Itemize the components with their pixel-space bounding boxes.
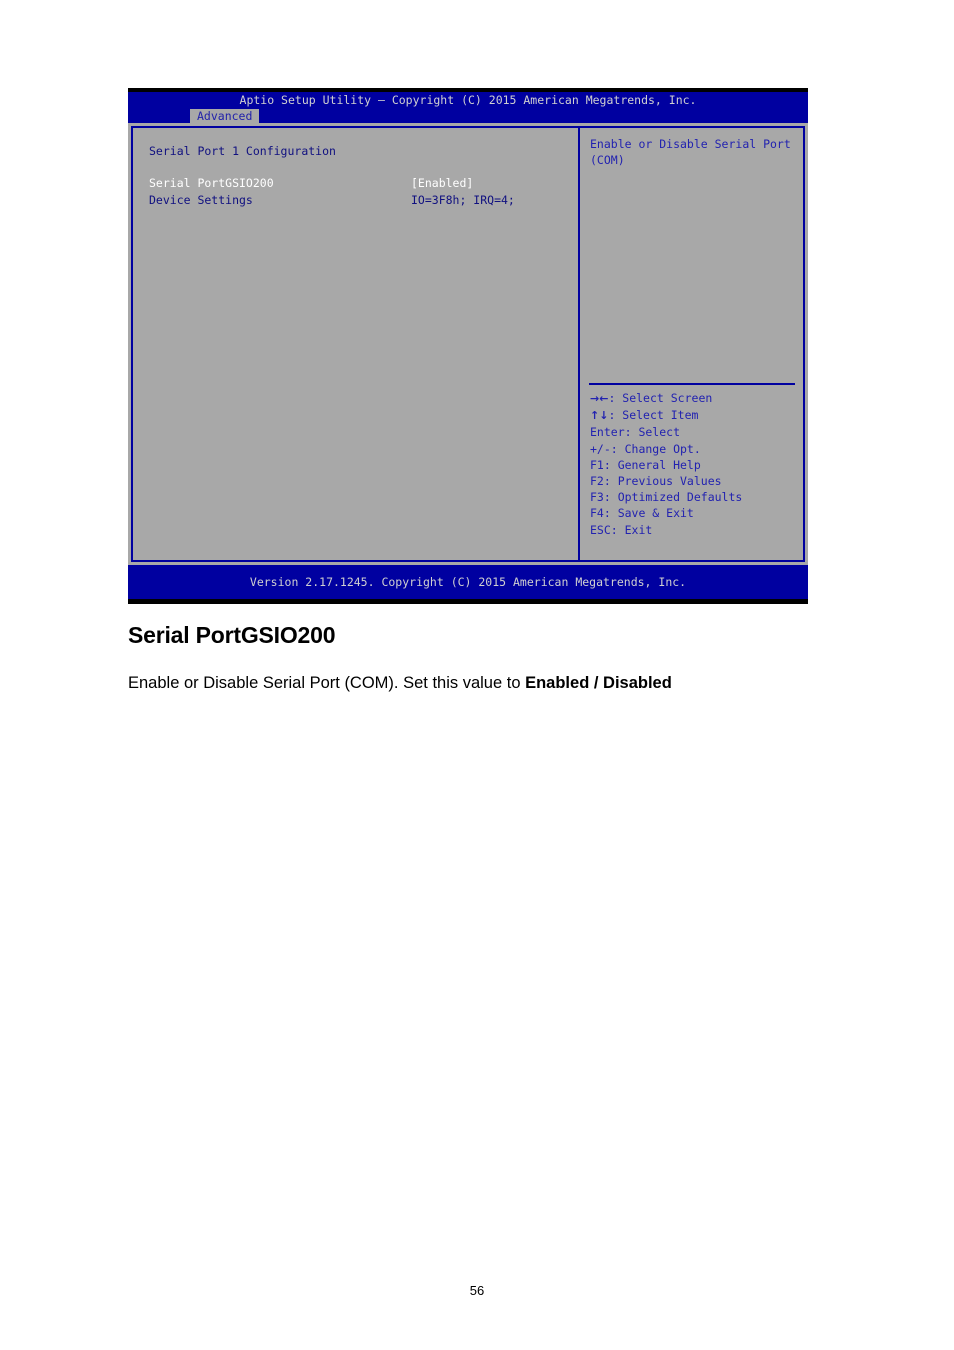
key-legend-item-select-screen: →←: Select Screen <box>590 390 798 407</box>
key-legend-item-select-item: ↑↓: Select Item <box>590 407 798 424</box>
page-number: 56 <box>469 1283 485 1298</box>
setting-row-device-settings: Device Settings IO=3F8h; IRQ=4; <box>149 192 569 208</box>
key-legend-item-f1: F1: General Help <box>590 457 798 473</box>
key-legend-item-f4: F4: Save & Exit <box>590 505 798 521</box>
description-text: Enable or Disable Serial Port (COM). Set… <box>128 674 526 692</box>
select-screen-arrows-icon: →← <box>590 392 609 405</box>
setting-value: IO=3F8h; IRQ=4; <box>411 193 515 207</box>
bios-tab-strip: Advanced <box>128 109 808 123</box>
tab-advanced[interactable]: Advanced <box>190 109 260 123</box>
description-emphasis: Enabled / Disabled <box>525 674 672 692</box>
bios-setup-screenshot: Aptio Setup Utility – Copyright (C) 2015… <box>128 88 808 604</box>
page-title: Serial PortGSIO200 <box>128 622 336 648</box>
bios-pane-divider <box>578 126 580 562</box>
description-paragraph: Enable or Disable Serial Port (COM). Set… <box>128 672 868 694</box>
help-key-separator <box>589 383 795 385</box>
section-title: Serial Port 1 Configuration <box>149 144 336 158</box>
setting-label: Serial PortGSIO200 <box>149 176 274 190</box>
key-legend-label: F4: Save & Exit <box>590 506 694 521</box>
setting-label: Device Settings <box>149 193 253 207</box>
setting-row-serial-port[interactable]: Serial PortGSIO200 [Enabled] <box>149 175 569 191</box>
key-legend-label: Enter: Select <box>590 425 681 440</box>
key-legend-label: F1: General Help <box>590 457 701 472</box>
bios-help-pane: Enable or Disable Serial Port (COM) →←: … <box>584 126 802 562</box>
bios-body-panel: Serial Port 1 Configuration Serial PortG… <box>128 123 808 565</box>
key-legend-item-change-opt: +/-: Change Opt. <box>590 441 798 457</box>
key-legend-label: : Select Item <box>608 408 699 423</box>
help-text: Enable or Disable Serial Port (COM) <box>590 137 791 167</box>
document-page: Aptio Setup Utility – Copyright (C) 2015… <box>0 0 954 1350</box>
key-legend-item-enter: Enter: Select <box>590 424 798 440</box>
bios-title-bar: Aptio Setup Utility – Copyright (C) 2015… <box>128 92 808 109</box>
bios-settings-pane: Serial Port 1 Configuration Serial PortG… <box>138 133 574 555</box>
key-legend-item-f2: F2: Previous Values <box>590 473 798 489</box>
key-legend-item-esc: ESC: Exit <box>590 522 798 538</box>
key-legend: →←: Select Screen ↑↓: Select Item Enter:… <box>590 390 798 538</box>
key-legend-label: F2: Previous Values <box>590 474 722 489</box>
key-legend-label: : Select Screen <box>608 391 713 405</box>
key-legend-label: F3: Optimized Defaults <box>590 490 743 505</box>
key-legend-label: ESC: Exit <box>590 522 653 537</box>
setting-value[interactable]: [Enabled] <box>411 175 473 191</box>
select-item-arrows-icon: ↑↓ <box>590 409 609 423</box>
key-legend-label: +/-: Change Opt. <box>590 441 701 456</box>
bios-version-bar: Version 2.17.1245. Copyright (C) 2015 Am… <box>128 565 808 599</box>
key-legend-item-f3: F3: Optimized Defaults <box>590 489 798 505</box>
screenshot-bottom-border <box>128 599 808 604</box>
